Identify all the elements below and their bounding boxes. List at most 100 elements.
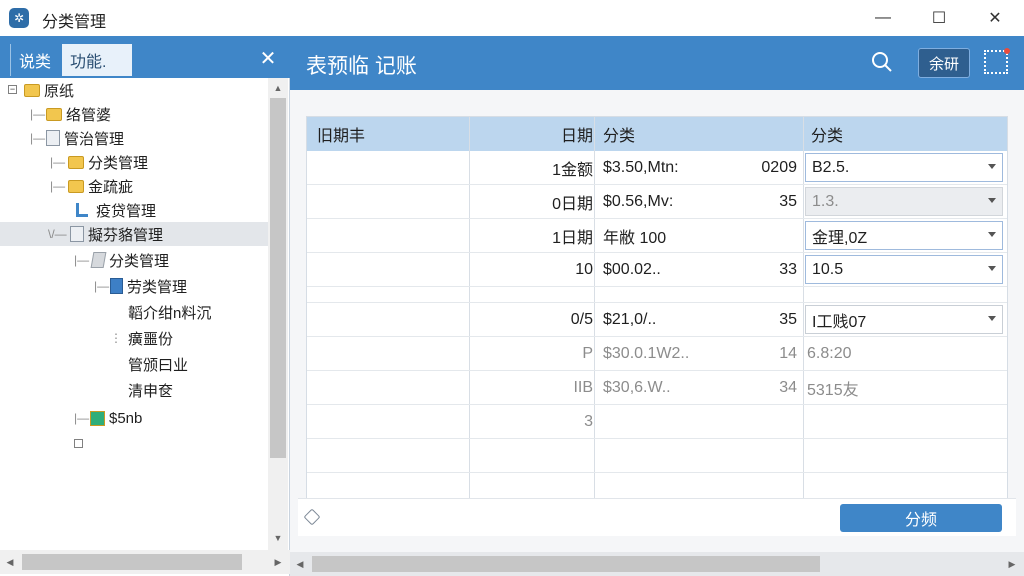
left-horizontal-scrollbar[interactable]: ◀ ▶ bbox=[0, 550, 290, 574]
tree-item-label: 劳类管理 bbox=[127, 278, 188, 296]
document-icon bbox=[70, 226, 84, 242]
tree-guide: |— bbox=[50, 155, 66, 169]
cell-date: P bbox=[582, 345, 593, 362]
select-value: B2.5. bbox=[812, 158, 850, 176]
tree-item-selected[interactable]: \/— 擬芬貉管理 bbox=[0, 222, 268, 246]
blue-document-icon bbox=[110, 278, 123, 294]
primary-action-button[interactable]: 分频 bbox=[840, 504, 1002, 532]
tree-item-empty[interactable] bbox=[0, 432, 268, 456]
left-vertical-scrollbar[interactable]: ▲ ▼ bbox=[268, 78, 288, 550]
cell-date: 1金额 bbox=[552, 162, 593, 179]
tree-item-label: 分类管理 bbox=[109, 252, 170, 270]
table-row[interactable]: 0/5 $21,0/.. 35 I工贱07 bbox=[307, 303, 1007, 337]
cell-date: 10 bbox=[575, 261, 593, 278]
scroll-right-icon[interactable]: ▶ bbox=[1002, 556, 1022, 572]
scroll-left-icon[interactable]: ◀ bbox=[290, 556, 310, 572]
cell-description: $00.02.. bbox=[603, 261, 661, 278]
grid-icon[interactable] bbox=[984, 48, 1010, 74]
tree-item-label: 癀噩份 bbox=[128, 330, 174, 348]
chevron-down-icon[interactable] bbox=[988, 316, 996, 321]
cell-number: 35 bbox=[779, 193, 797, 210]
tree-item[interactable]: |— $5nb bbox=[0, 406, 268, 430]
document-icon bbox=[46, 130, 60, 146]
scroll-thumb[interactable] bbox=[270, 98, 286, 458]
scroll-thumb[interactable] bbox=[312, 556, 820, 572]
chevron-down-icon[interactable] bbox=[988, 232, 996, 237]
table-row[interactable]: 1金额 $3.50,Mtn: 0209 B2.5. bbox=[307, 151, 1007, 185]
scroll-up-icon[interactable]: ▲ bbox=[268, 80, 288, 96]
tree-item[interactable]: ⋮ 癀噩份 bbox=[0, 326, 268, 350]
minimize-button[interactable]: — bbox=[860, 0, 906, 36]
tree-item-root[interactable]: − 原纸 bbox=[0, 78, 268, 102]
cell-description bbox=[603, 405, 753, 439]
close-window-button[interactable]: ✕ bbox=[972, 0, 1018, 36]
cell-description: 年敝 100 bbox=[603, 230, 667, 247]
column-header[interactable]: 日期 bbox=[483, 117, 593, 151]
tree-item[interactable]: |— 劳类管理 bbox=[0, 274, 268, 298]
folder-icon bbox=[24, 83, 40, 97]
scroll-right-icon[interactable]: ▶ bbox=[268, 554, 288, 570]
scroll-thumb[interactable] bbox=[22, 554, 242, 570]
tree-item-label: 疫贷管理 bbox=[96, 202, 157, 220]
main-horizontal-scrollbar[interactable]: ◀ ▶ bbox=[290, 552, 1024, 576]
collapse-icon[interactable]: − bbox=[8, 85, 17, 94]
tree-item[interactable]: 韜介绀n料沉 bbox=[0, 300, 268, 324]
tab-category[interactable]: 说类 bbox=[10, 44, 59, 76]
tab-function[interactable]: 功能. bbox=[62, 44, 132, 76]
tree-item[interactable]: |— 络管婆 bbox=[0, 102, 268, 126]
cell-category: 6.8:20 bbox=[807, 345, 852, 362]
tree-guide: ⋮ bbox=[110, 331, 122, 345]
tree-item[interactable]: 疫贷管理 bbox=[0, 198, 268, 222]
tree-guide: \/— bbox=[48, 227, 67, 241]
category-select-disabled: 1.3. bbox=[805, 187, 1003, 216]
folder-icon bbox=[68, 179, 84, 193]
table-row-empty bbox=[307, 439, 1007, 473]
header-action-button[interactable]: 余研 bbox=[918, 48, 970, 78]
scroll-left-icon[interactable]: ◀ bbox=[0, 554, 20, 570]
cell-description: $30.0.1W2.. bbox=[603, 345, 690, 362]
tree-guide: |— bbox=[30, 131, 46, 145]
category-select[interactable]: B2.5. bbox=[805, 153, 1003, 182]
bottom-toolbar: 分频 bbox=[298, 498, 1016, 536]
tree-item-label: 管治管理 bbox=[64, 130, 125, 148]
close-panel-icon[interactable]: ✕ bbox=[254, 44, 282, 72]
tree-item-label: 管颁曰业 bbox=[128, 356, 189, 374]
table-row[interactable]: 3 bbox=[307, 405, 1007, 439]
cell-category: 5315友 bbox=[807, 382, 859, 399]
tree-item[interactable]: 清申奁 bbox=[0, 378, 268, 402]
tree-item[interactable]: 管颁曰业 bbox=[0, 352, 268, 376]
cell-description: $3.50,Mtn: bbox=[603, 159, 679, 176]
tree-item[interactable]: |— 分类管理 bbox=[0, 248, 268, 272]
cell-date: IIB bbox=[573, 379, 593, 396]
maximize-button[interactable]: ☐ bbox=[916, 0, 962, 36]
search-icon[interactable] bbox=[870, 50, 894, 74]
chevron-down-icon[interactable] bbox=[988, 266, 996, 271]
checkbox-icon[interactable] bbox=[74, 439, 83, 448]
table-row[interactable]: 0日期 $0.56,Mv: 35 1.3. bbox=[307, 185, 1007, 219]
tree-item[interactable]: |— 分类管理 bbox=[0, 150, 268, 174]
column-header[interactable]: 旧期丰 bbox=[317, 117, 365, 151]
tree-item-label: 金疏疵 bbox=[88, 178, 134, 196]
main-content-pane: 表预临 记账 余研 旧期丰 日期 分类 分类 1金额 $3.50,Mtn: 02… bbox=[290, 36, 1024, 576]
category-select[interactable]: 金理,0Z bbox=[805, 221, 1003, 250]
category-select[interactable]: 10.5 bbox=[805, 255, 1003, 284]
scroll-down-icon[interactable]: ▼ bbox=[268, 530, 288, 546]
column-header[interactable]: 分类 bbox=[603, 117, 635, 151]
category-select[interactable]: I工贱07 bbox=[805, 305, 1003, 334]
category-tree: − 原纸 |— 络管婆 |— 管治管理 |— 分类管理 |— 金疏疵 疫贷管理 … bbox=[0, 78, 268, 548]
page-title: 表预临 记账 bbox=[306, 55, 417, 78]
cell-date: 3 bbox=[584, 413, 593, 430]
cell-number: 0209 bbox=[761, 159, 797, 176]
table-row[interactable]: 10 $00.02.. 33 10.5 bbox=[307, 253, 1007, 287]
chevron-down-icon[interactable] bbox=[988, 164, 996, 169]
tree-item-label: $5nb bbox=[109, 409, 143, 427]
table-row[interactable]: P $30.0.1W2.. 14 6.8:20 bbox=[307, 337, 1007, 371]
table-row[interactable]: IIB $30,6.W.. 34 5315友 bbox=[307, 371, 1007, 405]
tree-item[interactable]: |— 管治管理 bbox=[0, 126, 268, 150]
table-row[interactable]: 1日期 年敝 100 金理,0Z bbox=[307, 219, 1007, 253]
column-header[interactable]: 分类 bbox=[811, 117, 843, 151]
tree-item-label: 原纸 bbox=[44, 82, 75, 100]
tree-item[interactable]: |— 金疏疵 bbox=[0, 174, 268, 198]
cell-date: 1日期 bbox=[552, 230, 593, 247]
diamond-icon[interactable] bbox=[303, 508, 321, 526]
